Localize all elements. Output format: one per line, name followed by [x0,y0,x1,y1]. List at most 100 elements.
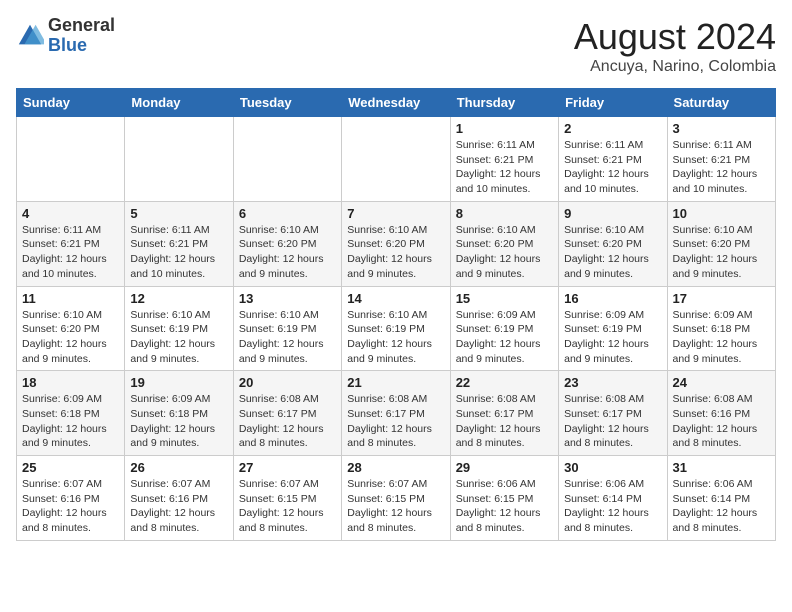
calendar-cell: 16Sunrise: 6:09 AM Sunset: 6:19 PM Dayli… [559,286,667,371]
calendar-cell: 25 Sunrise: 6:07 AM Sunset: 6:16 PM Dayli… [17,456,125,541]
calendar-cell: 2 Sunrise: 6:11 AM Sunset: 6:21 PM Daylig… [559,117,667,202]
day-number: 9 [564,206,661,221]
day-number: 21 [347,375,444,390]
calendar-cell: 9 Sunrise: 6:10 AM Sunset: 6:20 PM Daylig… [559,201,667,286]
day-header-thursday: Thursday [450,89,558,117]
logo-text: General Blue [48,16,115,56]
logo: General Blue [16,16,115,56]
calendar-cell: 27 Sunrise: 6:07 AM Sunset: 6:15 PM Dayli… [233,456,341,541]
day-number: 23 [564,375,661,390]
day-number: 28 [347,460,444,475]
day-info: Sunrise: 6:10 AM Sunset: 6:19 PM Dayligh… [130,308,227,367]
day-info: Sunrise: 6:11 AM Sunset: 6:21 PM Dayligh… [456,138,553,197]
day-number: 7 [347,206,444,221]
calendar-cell [233,117,341,202]
day-number: 27 [239,460,336,475]
day-info: Sunrise: 6:11 AM Sunset: 6:21 PM Dayligh… [673,138,770,197]
calendar-cell: 15 Sunrise: 6:09 AM Sunset: 6:19 PM Dayli… [450,286,558,371]
calendar-cell: 21 Sunrise: 6:08 AM Sunset: 6:17 PM Dayli… [342,371,450,456]
day-number: 6 [239,206,336,221]
day-number: 14 [347,291,444,306]
day-info: Sunrise: 6:11 AM Sunset: 6:21 PM Dayligh… [130,223,227,282]
day-info: Sunrise: 6:08 AM Sunset: 6:17 PM Dayligh… [239,392,336,451]
day-number: 17 [673,291,770,306]
day-number: 4 [22,206,119,221]
logo-blue: Blue [48,35,87,55]
title-section: August 2024 Ancuya, Narino, Colombia [574,16,776,76]
day-info: Sunrise: 6:10 AM Sunset: 6:20 PM Dayligh… [456,223,553,282]
day-number: 25 [22,460,119,475]
calendar-cell: 20 Sunrise: 6:08 AM Sunset: 6:17 PM Dayli… [233,371,341,456]
calendar-week-row: 4 Sunrise: 6:11 AM Sunset: 6:21 PM Daylig… [17,201,776,286]
day-number: 16 [564,291,661,306]
day-number: 12 [130,291,227,306]
calendar-cell: 30 Sunrise: 6:06 AM Sunset: 6:14 PM Dayli… [559,456,667,541]
day-number: 5 [130,206,227,221]
main-title: August 2024 [574,16,776,58]
day-info: Sunrise: 6:08 AM Sunset: 6:16 PM Dayligh… [673,392,770,451]
day-number: 20 [239,375,336,390]
day-number: 22 [456,375,553,390]
calendar-cell [342,117,450,202]
day-info: Sunrise: 6:06 AM Sunset: 6:15 PM Dayligh… [456,477,553,536]
calendar-week-row: 25 Sunrise: 6:07 AM Sunset: 6:16 PM Dayli… [17,456,776,541]
day-info: Sunrise: 6:09 AM Sunset: 6:18 PM Dayligh… [673,308,770,367]
day-info: Sunrise: 6:10 AM Sunset: 6:19 PM Dayligh… [347,308,444,367]
calendar-cell [17,117,125,202]
calendar-cell: 13Sunrise: 6:10 AM Sunset: 6:19 PM Dayli… [233,286,341,371]
day-info: Sunrise: 6:10 AM Sunset: 6:20 PM Dayligh… [673,223,770,282]
calendar-week-row: 18 Sunrise: 6:09 AM Sunset: 6:18 PM Dayli… [17,371,776,456]
day-header-sunday: Sunday [17,89,125,117]
calendar-cell: 18 Sunrise: 6:09 AM Sunset: 6:18 PM Dayli… [17,371,125,456]
day-info: Sunrise: 6:09 AM Sunset: 6:18 PM Dayligh… [130,392,227,451]
calendar-cell: 14 Sunrise: 6:10 AM Sunset: 6:19 PM Dayli… [342,286,450,371]
day-info: Sunrise: 6:08 AM Sunset: 6:17 PM Dayligh… [564,392,661,451]
day-info: Sunrise: 6:10 AM Sunset: 6:20 PM Dayligh… [564,223,661,282]
calendar-week-row: 11 Sunrise: 6:10 AM Sunset: 6:20 PM Dayli… [17,286,776,371]
day-number: 11 [22,291,119,306]
logo-general: General [48,15,115,35]
calendar-cell: 17 Sunrise: 6:09 AM Sunset: 6:18 PM Dayli… [667,286,775,371]
day-number: 18 [22,375,119,390]
day-info: Sunrise: 6:07 AM Sunset: 6:16 PM Dayligh… [130,477,227,536]
calendar-table: SundayMondayTuesdayWednesdayThursdayFrid… [16,88,776,541]
day-number: 2 [564,121,661,136]
day-info: Sunrise: 6:10 AM Sunset: 6:20 PM Dayligh… [22,308,119,367]
day-info: Sunrise: 6:07 AM Sunset: 6:15 PM Dayligh… [347,477,444,536]
day-info: Sunrise: 6:11 AM Sunset: 6:21 PM Dayligh… [22,223,119,282]
calendar-cell: 31Sunrise: 6:06 AM Sunset: 6:14 PM Dayli… [667,456,775,541]
day-info: Sunrise: 6:11 AM Sunset: 6:21 PM Dayligh… [564,138,661,197]
day-number: 29 [456,460,553,475]
day-number: 26 [130,460,227,475]
calendar-cell: 5 Sunrise: 6:11 AM Sunset: 6:21 PM Daylig… [125,201,233,286]
day-info: Sunrise: 6:08 AM Sunset: 6:17 PM Dayligh… [456,392,553,451]
calendar-cell: 24 Sunrise: 6:08 AM Sunset: 6:16 PM Dayli… [667,371,775,456]
day-header-saturday: Saturday [667,89,775,117]
calendar-cell: 26 Sunrise: 6:07 AM Sunset: 6:16 PM Dayli… [125,456,233,541]
calendar-cell: 4 Sunrise: 6:11 AM Sunset: 6:21 PM Daylig… [17,201,125,286]
day-header-wednesday: Wednesday [342,89,450,117]
header-section: General Blue August 2024 Ancuya, Narino,… [16,16,776,76]
calendar-cell: 22 Sunrise: 6:08 AM Sunset: 6:17 PM Dayli… [450,371,558,456]
day-info: Sunrise: 6:08 AM Sunset: 6:17 PM Dayligh… [347,392,444,451]
day-info: Sunrise: 6:07 AM Sunset: 6:16 PM Dayligh… [22,477,119,536]
day-number: 19 [130,375,227,390]
day-info: Sunrise: 6:09 AM Sunset: 6:18 PM Dayligh… [22,392,119,451]
calendar-cell: 7Sunrise: 6:10 AM Sunset: 6:20 PM Daylig… [342,201,450,286]
calendar-cell: 10 Sunrise: 6:10 AM Sunset: 6:20 PM Dayli… [667,201,775,286]
calendar-cell: 3Sunrise: 6:11 AM Sunset: 6:21 PM Daylig… [667,117,775,202]
day-number: 15 [456,291,553,306]
day-number: 24 [673,375,770,390]
day-info: Sunrise: 6:09 AM Sunset: 6:19 PM Dayligh… [456,308,553,367]
day-number: 30 [564,460,661,475]
calendar-cell: 29 Sunrise: 6:06 AM Sunset: 6:15 PM Dayli… [450,456,558,541]
day-number: 13 [239,291,336,306]
calendar-cell: 1Sunrise: 6:11 AM Sunset: 6:21 PM Daylig… [450,117,558,202]
calendar-cell [125,117,233,202]
day-header-tuesday: Tuesday [233,89,341,117]
day-number: 10 [673,206,770,221]
calendar-cell: 11 Sunrise: 6:10 AM Sunset: 6:20 PM Dayli… [17,286,125,371]
day-info: Sunrise: 6:06 AM Sunset: 6:14 PM Dayligh… [564,477,661,536]
calendar-cell: 19 Sunrise: 6:09 AM Sunset: 6:18 PM Dayli… [125,371,233,456]
day-info: Sunrise: 6:07 AM Sunset: 6:15 PM Dayligh… [239,477,336,536]
